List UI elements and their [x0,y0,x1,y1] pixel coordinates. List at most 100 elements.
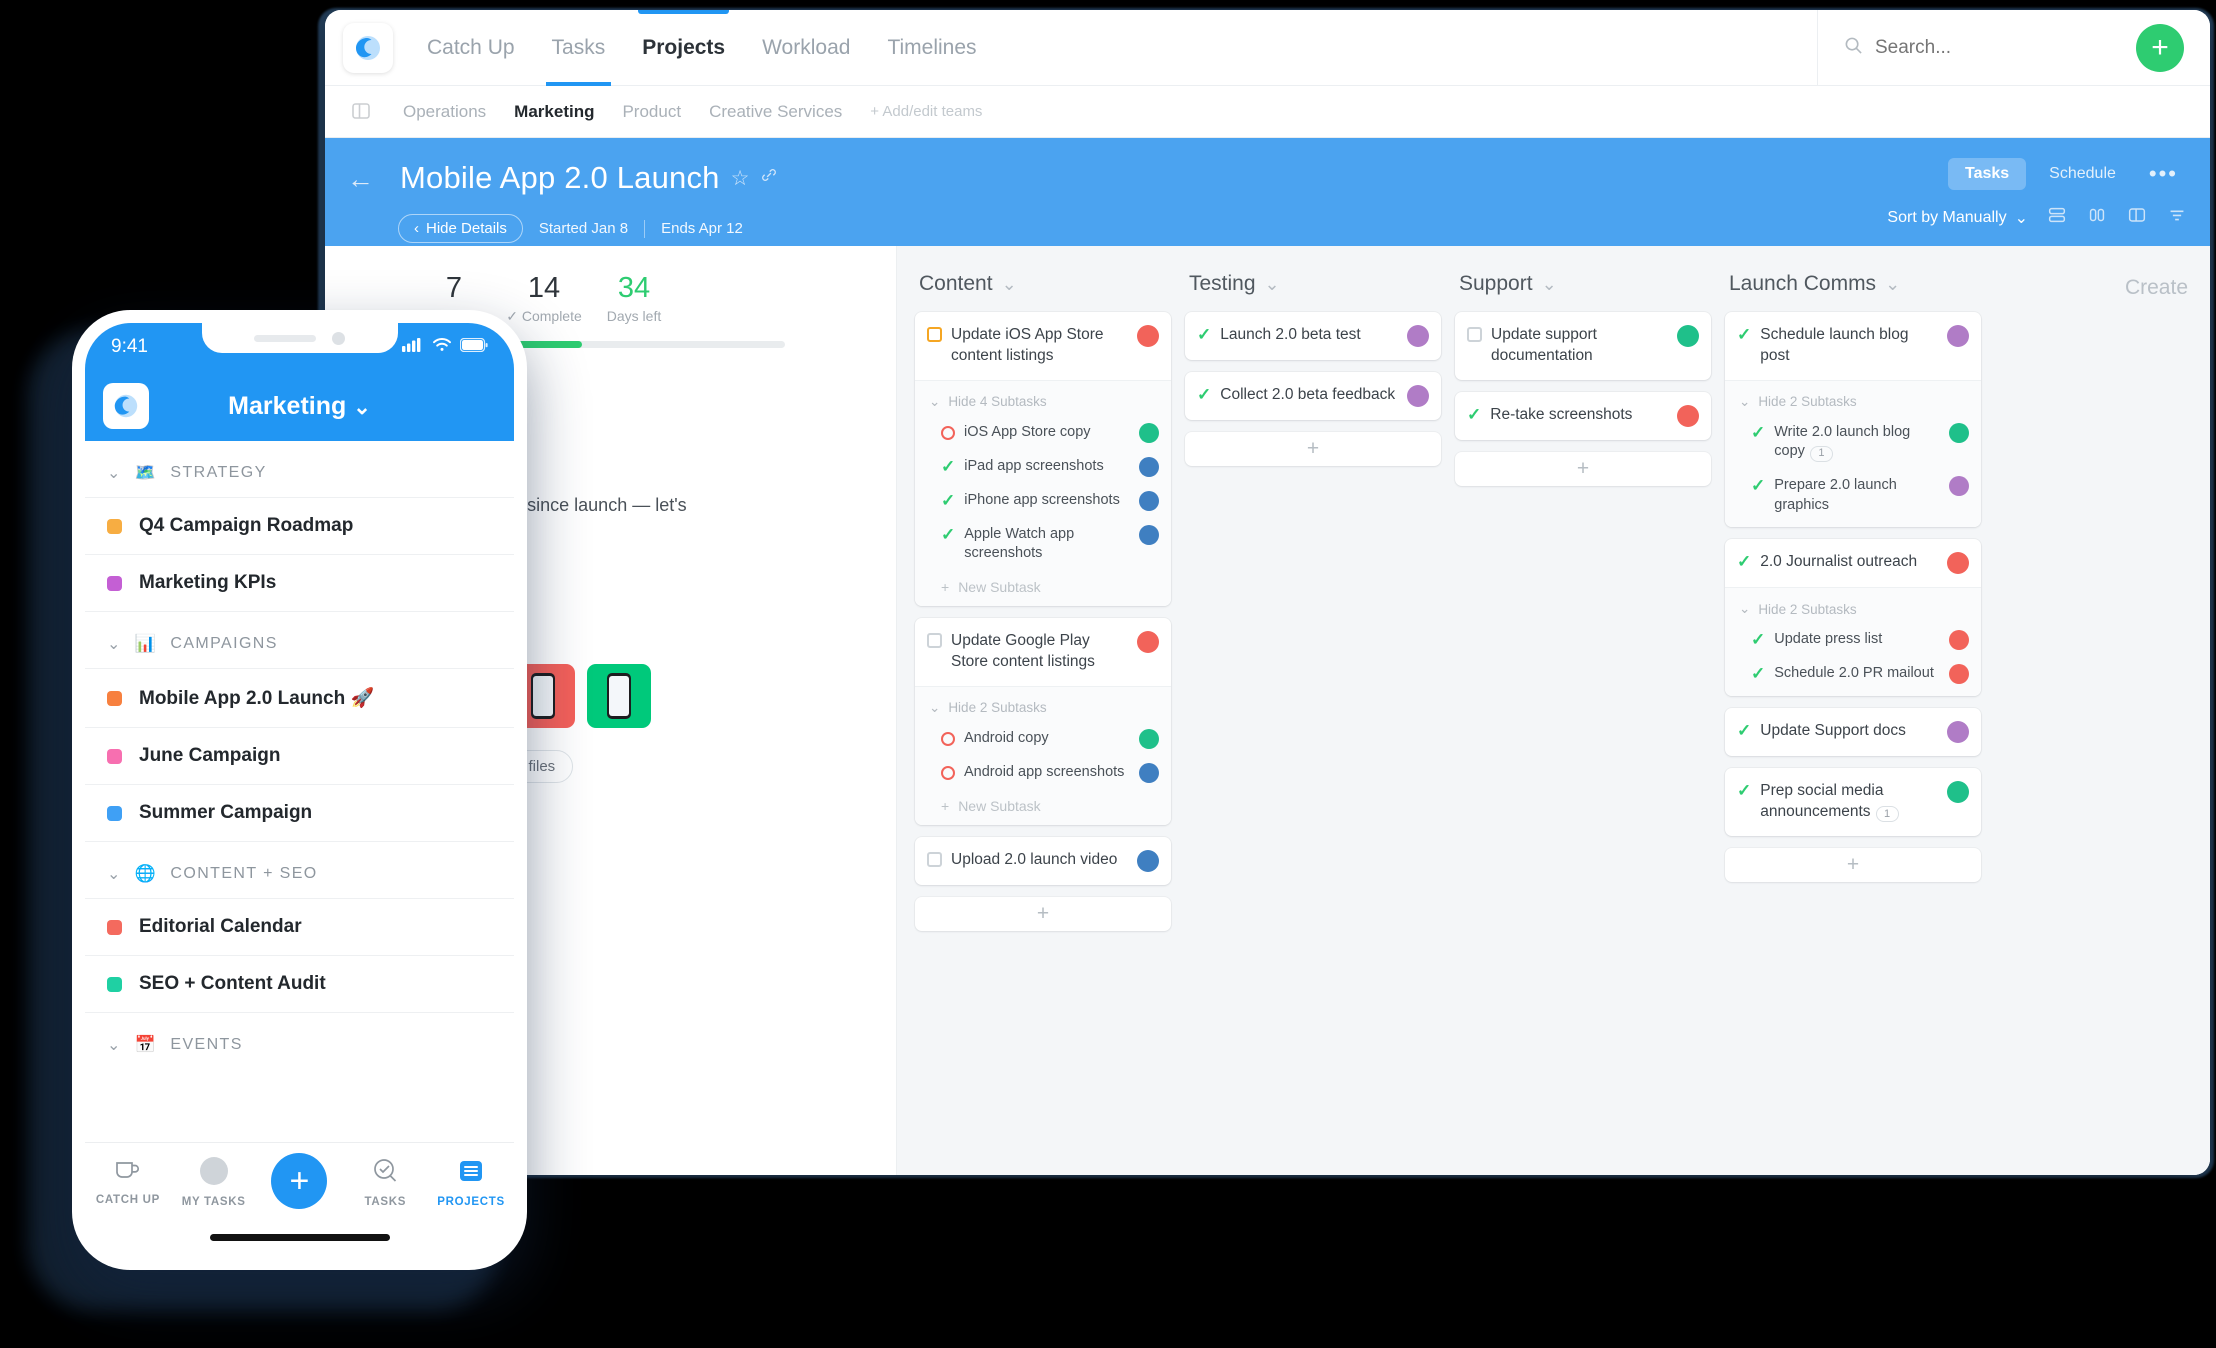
task-card[interactable]: ✓ Launch 2.0 beta test [1185,312,1441,360]
avatar[interactable] [1139,728,1159,749]
check-icon[interactable]: ✓ [1751,424,1765,441]
hide-details-button[interactable]: ‹ Hide Details [398,214,523,243]
add-task-button[interactable]: + [1185,432,1441,466]
task-card[interactable]: ✓ Collect 2.0 beta feedback [1185,372,1441,420]
board-view-icon[interactable] [2126,204,2148,231]
subtask-row[interactable]: ✓ Update press list [1725,623,1981,657]
new-subtask-button[interactable]: + New Subtask [915,790,1171,820]
add-task-button[interactable]: + [1725,847,1981,882]
avatar[interactable] [1139,456,1159,477]
tab-create[interactable]: + [257,1153,343,1209]
check-icon[interactable]: ✓ [1737,782,1751,799]
team-tab-creative-services[interactable]: Creative Services [709,102,842,122]
task-card[interactable]: ✓ 2.0 Journalist outreach ⌄ Hide 2 Subtasks… [1725,539,1981,697]
add-task-button[interactable]: + [1455,451,1711,486]
task-card[interactable]: Update Google Play Store content listing… [915,617,1171,825]
avatar[interactable] [1947,781,1969,804]
nav-item-tasks[interactable]: Tasks [545,10,611,86]
tab-projects[interactable]: PROJECTS [428,1157,514,1208]
task-card[interactable]: ✓ Re-take screenshots [1455,391,1711,440]
task-row[interactable]: ✓ Collect 2.0 beta feedback [1185,372,1441,420]
tab-catch-up[interactable]: CATCH UP [85,1157,171,1206]
check-icon[interactable]: ✓ [941,526,955,543]
avatar[interactable] [1949,422,1969,443]
checkbox[interactable] [1467,327,1482,342]
tab-my-tasks[interactable]: MY TASKS [171,1157,257,1208]
project-group-header[interactable]: ⌄ 📊 CAMPAIGNS [85,612,514,669]
hide-subtasks-toggle[interactable]: ⌄ Hide 2 Subtasks [1725,388,1981,416]
column-header[interactable]: Content ⌄ [919,272,1171,296]
check-icon[interactable]: ✓ [1751,665,1765,682]
project-group-header[interactable]: ⌄ 📅 EVENTS [85,1013,514,1053]
check-icon[interactable]: ✓ [1467,406,1481,423]
list-item[interactable]: Marketing KPIs [85,555,514,612]
app-logo-icon[interactable] [343,22,393,73]
nav-item-timelines[interactable]: Timelines [887,10,976,86]
task-row[interactable]: ✓ 2.0 Journalist outreach [1725,539,1981,587]
avatar[interactable] [1407,325,1429,347]
checkbox[interactable] [927,327,942,342]
check-icon[interactable]: ✓ [1751,631,1765,648]
check-icon[interactable]: ✓ [941,458,955,475]
thumbnail[interactable] [587,663,651,728]
new-subtask-button[interactable]: + New Subtask [915,571,1171,601]
nav-item-workload[interactable]: Workload [762,10,850,86]
list-item[interactable]: Summer Campaign [85,785,514,842]
task-row[interactable]: ✓ Schedule launch blog post [1725,312,1981,380]
create-button[interactable]: + [2136,24,2184,72]
checkbox[interactable] [927,632,942,648]
task-card[interactable]: Update iOS App Store content listings ⌄ Hi… [915,312,1171,606]
check-icon[interactable]: ✓ [1197,326,1211,343]
avatar[interactable] [1139,490,1159,511]
avatar[interactable] [1407,385,1429,407]
link-icon[interactable] [760,166,778,190]
app-logo-icon[interactable] [103,383,149,429]
plus-icon[interactable]: + [271,1153,328,1209]
star-icon[interactable]: ☆ [731,166,750,191]
list-item[interactable]: Editorial Calendar [85,899,514,956]
task-row[interactable]: Upload 2.0 launch video [915,837,1171,885]
incomplete-circle-icon[interactable] [941,765,955,780]
task-card[interactable]: Upload 2.0 launch video [915,836,1171,885]
list-item[interactable]: June Campaign [85,728,514,785]
subtask-row[interactable]: Android app screenshots [915,756,1171,790]
subtask-row[interactable]: ✓ Schedule 2.0 PR mailout [1725,657,1981,691]
avatar[interactable] [1677,404,1699,427]
check-icon[interactable]: ✓ [1197,386,1211,403]
sort-by-dropdown[interactable]: Sort by Manually ⌄ [1887,208,2028,228]
subtask-row[interactable]: ✓ iPhone app screenshots [915,484,1171,518]
check-icon[interactable]: ✓ [941,492,955,509]
task-row[interactable]: ✓ Re-take screenshots [1455,392,1711,440]
avatar[interactable] [1137,630,1159,653]
avatar[interactable] [1947,325,1969,347]
team-tab-operations[interactable]: Operations [403,102,486,122]
avatar[interactable] [1137,849,1159,872]
subtask-row[interactable]: ✓ Apple Watch app screenshots [915,518,1171,571]
column-header[interactable]: Support ⌄ [1459,272,1711,296]
team-tab-marketing[interactable]: Marketing [514,102,594,122]
nav-item-projects[interactable]: Projects [638,10,729,86]
subtask-row[interactable]: ✓ Prepare 2.0 launch graphics [1725,469,1981,522]
tab-tasks[interactable]: TASKS [342,1157,428,1208]
grid-view-icon[interactable] [2086,204,2108,231]
hide-subtasks-toggle[interactable]: ⌄ Hide 2 Subtasks [915,694,1171,722]
column-header[interactable]: Testing ⌄ [1189,272,1441,296]
list-item[interactable]: Q4 Campaign Roadmap [85,498,514,555]
avatar[interactable] [1947,552,1969,575]
list-view-icon[interactable] [2046,204,2068,231]
back-arrow-icon[interactable]: ← [347,166,374,193]
task-row[interactable]: Update support documentation [1455,312,1711,380]
avatar[interactable] [1677,325,1699,347]
add-task-button[interactable]: + [915,896,1171,931]
hide-subtasks-toggle[interactable]: ⌄ Hide 4 Subtasks [915,388,1171,416]
check-icon[interactable]: ✓ [1737,553,1751,570]
search-input[interactable] [1875,37,2105,59]
check-icon[interactable]: ✓ [1737,326,1751,343]
incomplete-circle-icon[interactable] [941,425,955,440]
task-row[interactable]: ✓ Launch 2.0 beta test [1185,312,1441,360]
avatar[interactable] [1139,524,1159,545]
task-row[interactable]: Update iOS App Store content listings [915,312,1171,380]
task-card[interactable]: ✓ Prep social media announcements 1 [1725,768,1981,836]
avatar[interactable] [1947,721,1969,744]
column-header[interactable]: Launch Comms ⌄ [1729,272,1981,296]
